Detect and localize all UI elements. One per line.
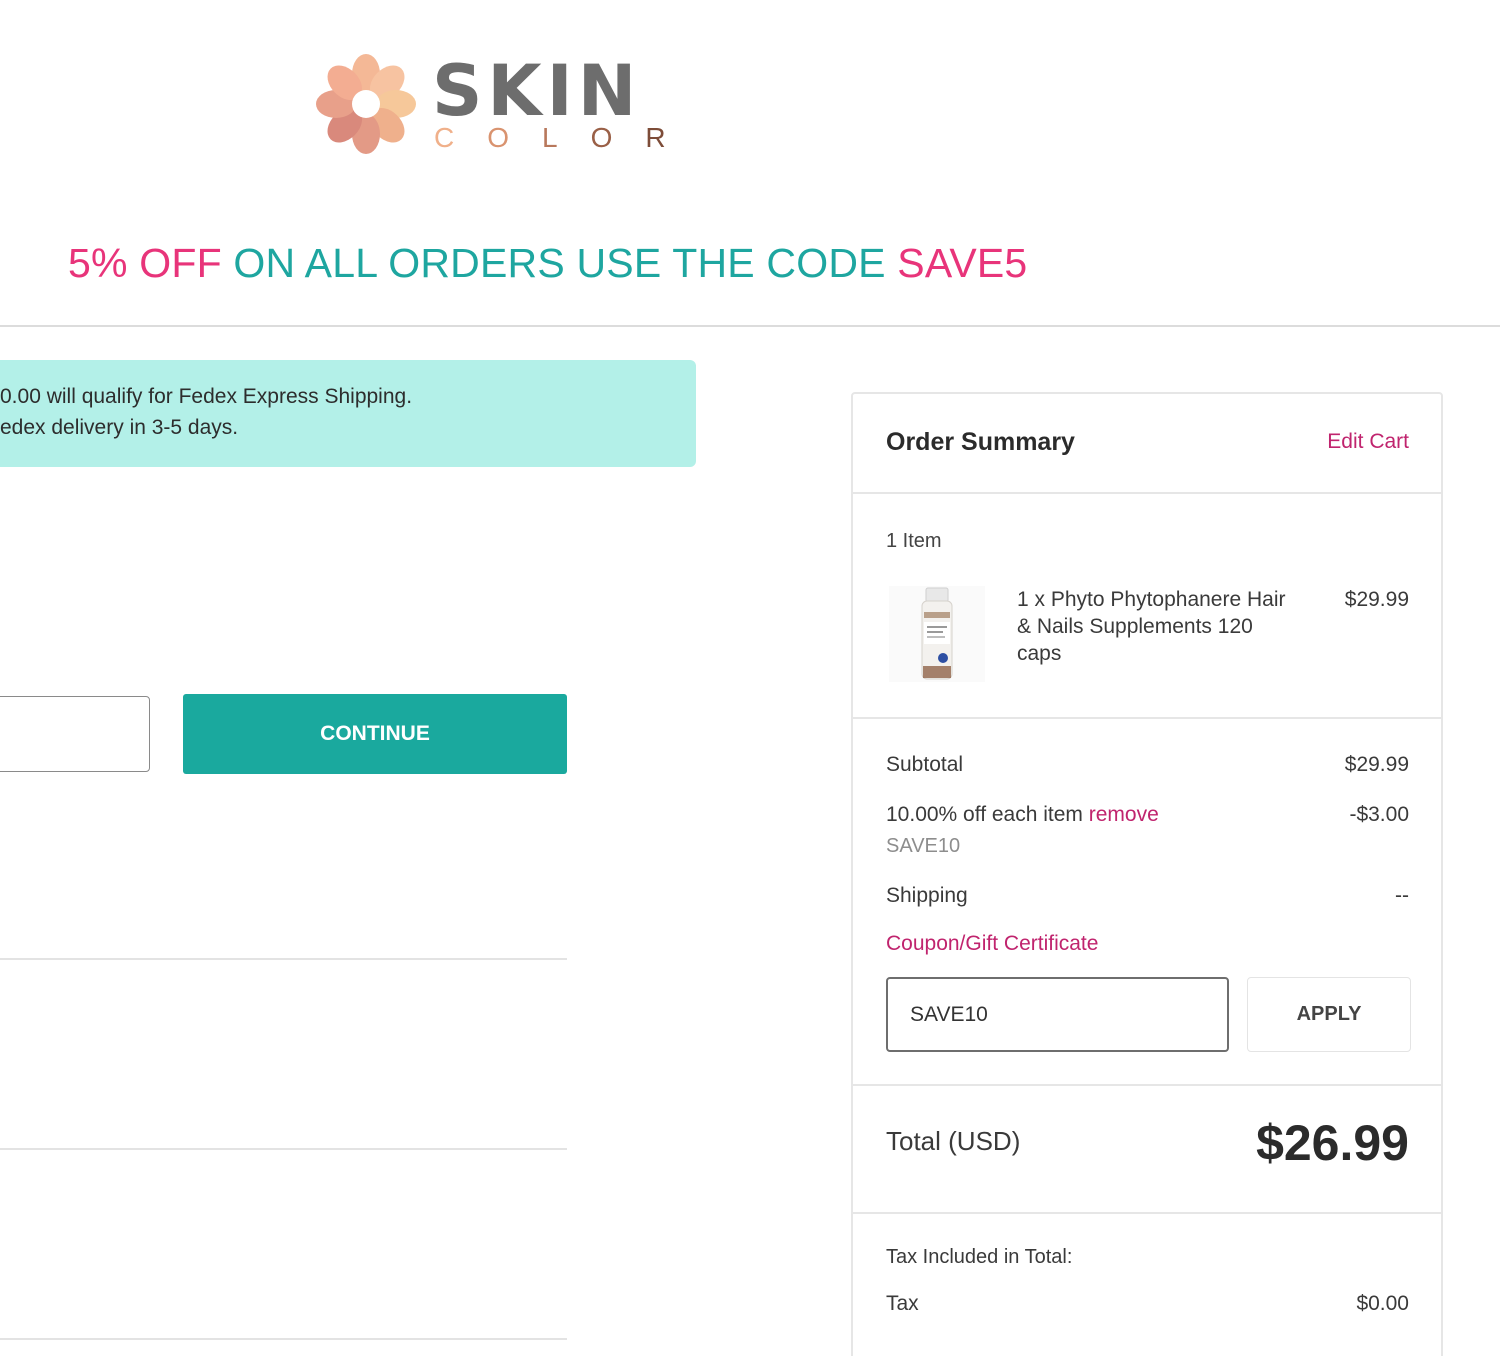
tax-section: Tax Included in Total: Tax $0.00	[853, 1214, 1441, 1356]
total-label: Total (USD)	[886, 1126, 1021, 1156]
tax-value: $0.00	[1356, 1292, 1409, 1315]
flower-logo-icon	[316, 54, 416, 154]
coupon-input[interactable]	[886, 977, 1229, 1052]
brand-sub-letter: R	[645, 122, 699, 153]
total-value: $26.99	[1256, 1115, 1409, 1171]
brand-subname: COLOR	[434, 124, 699, 152]
edit-cart-link[interactable]: Edit Cart	[1327, 430, 1409, 454]
discount-row: 10.00% off each item remove	[886, 803, 1159, 827]
brand-name: SKIN	[432, 50, 642, 132]
apply-coupon-button[interactable]: APPLY	[1247, 977, 1411, 1052]
section-divider	[0, 958, 567, 960]
shipping-value: --	[1395, 884, 1409, 907]
subtotal-label: Subtotal	[886, 753, 964, 776]
order-summary: Order Summary Edit Cart 1 Item 1 x Phyto…	[851, 392, 1443, 1356]
item-count: 1 Item	[886, 530, 942, 552]
order-total: Total (USD) $26.99	[853, 1086, 1441, 1214]
discount-label: 10.00% off each item	[886, 803, 1083, 826]
shipping-notice-line: 0.00 will qualify for Fedex Express Ship…	[0, 385, 413, 408]
order-items: 1 Item 1 x Phyto Phytophanere Hair & Nai…	[853, 494, 1441, 719]
brand-sub-letter: L	[542, 122, 591, 153]
tax-included-label: Tax Included in Total:	[886, 1246, 1073, 1268]
brand-sub-letter: O	[590, 122, 646, 153]
brand-logo[interactable]: SKIN COLOR	[312, 50, 665, 162]
remove-discount-link[interactable]: remove	[1089, 803, 1159, 826]
promo-banner: 5% OFF ON ALL ORDERS USE THE CODE SAVE5	[68, 240, 1027, 287]
section-divider	[0, 1338, 567, 1340]
product-price: $29.99	[1344, 588, 1409, 611]
order-summary-header: Order Summary Edit Cart	[853, 394, 1441, 494]
tax-label: Tax	[886, 1292, 919, 1315]
promo-discount: 5% OFF	[68, 240, 222, 286]
promo-text: ON ALL ORDERS USE THE CODE	[221, 240, 898, 286]
section-divider	[0, 1148, 567, 1150]
checkout-page: SKIN COLOR 5% OFF ON ALL ORDERS USE THE …	[0, 0, 1500, 1356]
continue-button[interactable]: CONTINUE	[183, 694, 567, 774]
discount-value: -$3.00	[1349, 803, 1409, 826]
order-totals: Subtotal $29.99 10.00% off each item rem…	[853, 719, 1441, 1086]
header-divider	[0, 325, 1500, 327]
brand-sub-letter: O	[487, 122, 543, 153]
checkout-field[interactable]	[0, 696, 150, 772]
promo-code: SAVE5	[897, 240, 1028, 286]
product-name: 1 x Phyto Phytophanere Hair & Nails Supp…	[1017, 588, 1286, 665]
coupon-gift-certificate-link[interactable]: Coupon/Gift Certificate	[886, 932, 1098, 956]
discount-code: SAVE10	[886, 835, 961, 857]
supplement-bottle-icon	[889, 586, 985, 682]
shipping-notice: 0.00 will qualify for Fedex Express Ship…	[0, 360, 696, 467]
order-summary-title: Order Summary	[886, 428, 1075, 456]
brand-sub-letter: C	[434, 122, 488, 153]
shipping-notice-line: edex delivery in 3-5 days.	[0, 416, 239, 439]
subtotal-value: $29.99	[1344, 753, 1409, 776]
shipping-label: Shipping	[886, 884, 968, 907]
